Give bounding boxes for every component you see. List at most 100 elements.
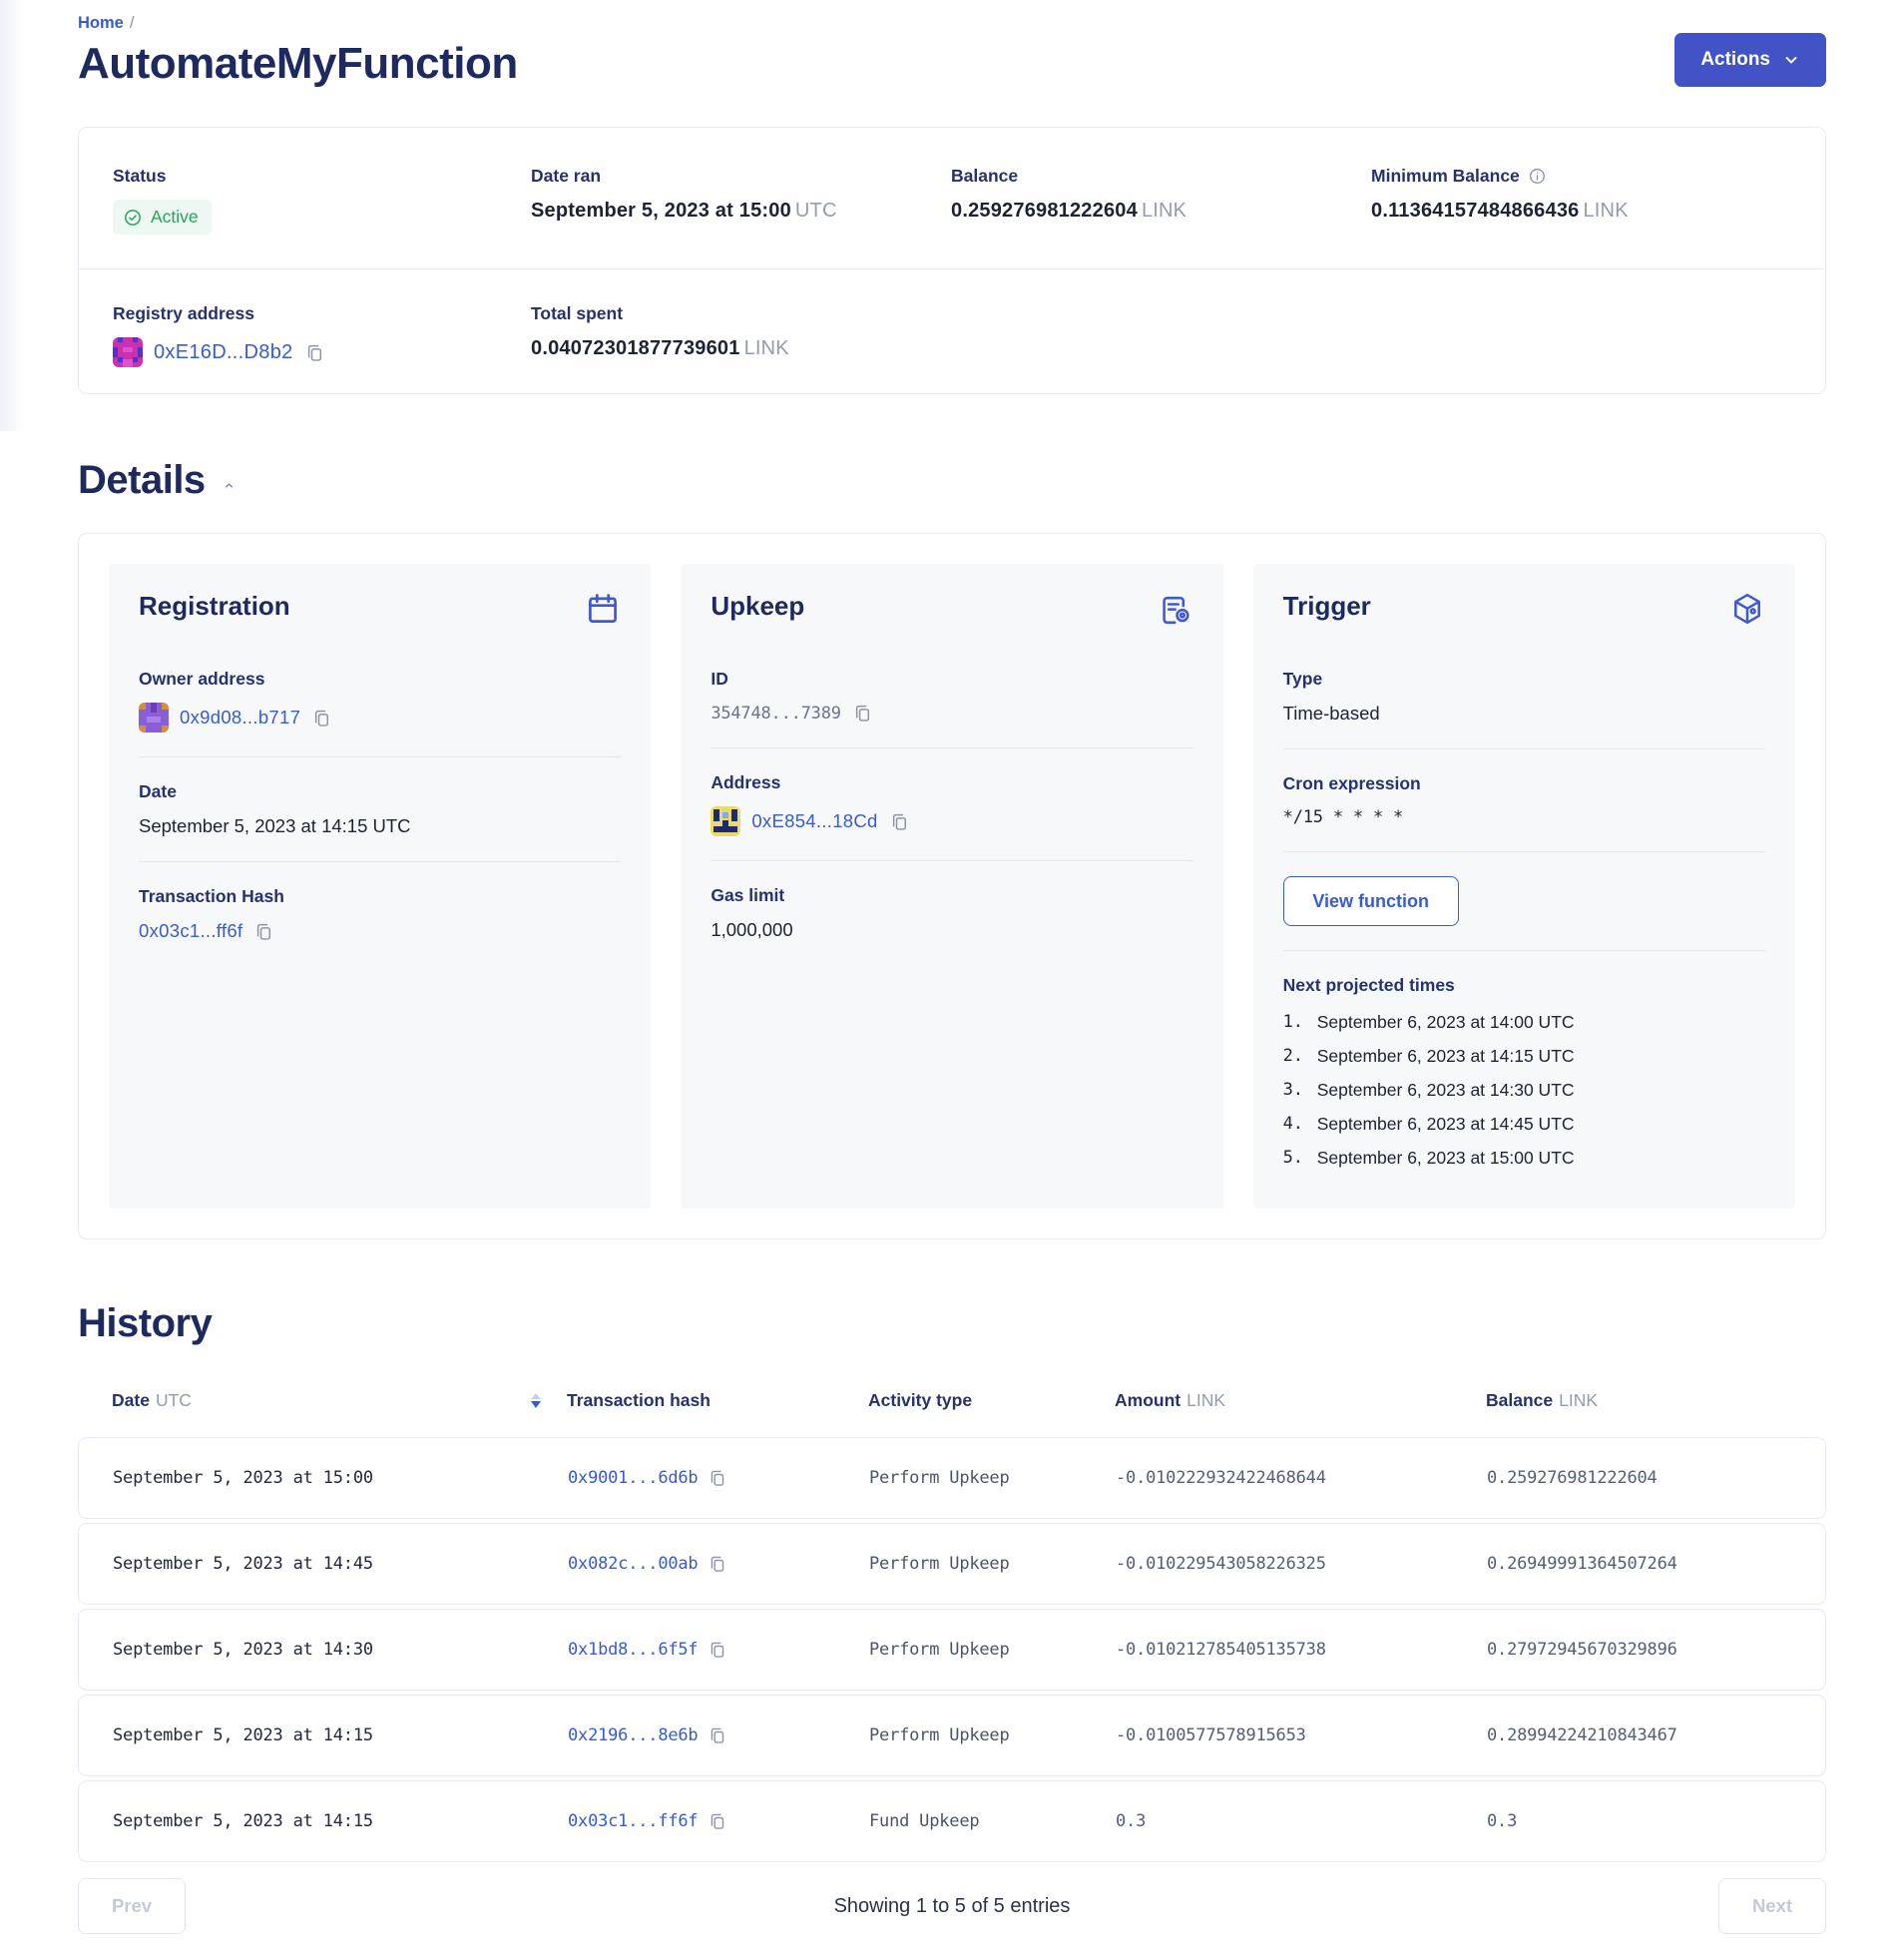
row-date: September 5, 2023 at 14:15 [113,1811,568,1831]
row-hash-link[interactable]: 0x2196...8e6b [568,1725,698,1745]
copy-hash-button[interactable] [708,1811,727,1831]
table-row: September 5, 2023 at 14:15 0x03c1...ff6f… [78,1780,1826,1862]
col-date-suffix: UTC [156,1390,192,1410]
col-balance-suffix: LINK [1559,1390,1598,1410]
copy-icon [852,703,873,724]
row-amount: -0.010229543058226325 [1116,1554,1487,1574]
copy-upkeep-id-button[interactable] [852,703,873,724]
copy-icon [708,1468,727,1488]
history-heading: History [78,1301,1826,1346]
balance-suffix: LINK [1142,200,1187,222]
col-amount-label: Amount [1115,1390,1181,1410]
check-circle-icon [123,208,143,228]
row-hash-link[interactable]: 0x082c...00ab [568,1554,698,1574]
row-hash-link[interactable]: 0x03c1...ff6f [568,1811,698,1831]
status-card: Status Active Date ran September 5, 2023… [78,127,1826,394]
row-activity-type: Fund Upkeep [869,1811,1116,1831]
balance-field: Balance 0.259276981222604LINK [951,166,1371,235]
min-balance-suffix: LINK [1583,200,1628,222]
row-amount: -0.0100577578915653 [1116,1725,1487,1745]
transaction-hash-label: Transaction Hash [139,886,621,907]
row-date: September 5, 2023 at 14:45 [113,1554,568,1574]
copy-hash-button[interactable] [708,1554,727,1574]
status-label: Status [113,166,531,187]
row-date: September 5, 2023 at 14:15 [113,1725,568,1745]
copy-upkeep-address-button[interactable] [889,811,910,832]
gas-limit-value: 1,000,000 [711,919,1192,941]
breadcrumb-separator: / [130,14,135,32]
upkeep-address-label: Address [711,772,1192,793]
status-badge: Active [113,200,212,235]
table-row: September 5, 2023 at 14:30 0x1bd8...6f5f… [78,1609,1826,1691]
total-spent-suffix: LINK [744,337,789,359]
copy-registry-address-button[interactable] [304,342,325,363]
copy-icon [708,1640,727,1660]
copy-owner-address-button[interactable] [311,708,332,729]
transaction-hash-link[interactable]: 0x03c1...ff6f [139,920,242,942]
copy-icon [304,342,325,363]
next-button[interactable]: Next [1718,1878,1826,1934]
copy-icon [311,708,332,729]
copy-hash-button[interactable] [708,1725,727,1745]
next-projected-times-label: Next projected times [1283,975,1765,996]
registry-address-label: Registry address [113,303,531,324]
row-amount: -0.010212785405135738 [1116,1640,1487,1660]
upkeep-identicon [711,806,740,836]
calendar-icon [585,591,621,627]
copy-icon [889,811,910,832]
registration-title: Registration [139,591,290,622]
trigger-type-value: Time-based [1283,703,1765,725]
info-icon[interactable] [1528,167,1547,186]
caret-up-icon [222,478,237,493]
sort-asc-icon [531,1393,541,1399]
col-balance-label: Balance [1486,1390,1553,1410]
total-spent-label: Total spent [531,303,951,324]
list-item: 4.September 6, 2023 at 14:45 UTC [1283,1114,1765,1135]
history-table-header: DateUTC Transaction hash Activity type A… [78,1390,1826,1411]
gas-limit-label: Gas limit [711,885,1192,906]
date-ran-field: Date ran September 5, 2023 at 15:00UTC [531,166,951,235]
cron-expression-label: Cron expression [1283,773,1765,794]
row-hash-link[interactable]: 0x9001...6d6b [568,1468,698,1488]
pagination-summary: Showing 1 to 5 of 5 entries [186,1895,1718,1918]
actions-button-label: Actions [1700,49,1770,71]
row-hash-link[interactable]: 0x1bd8...6f5f [568,1640,698,1660]
col-date-label: Date [112,1390,150,1410]
copy-icon [708,1811,727,1831]
copy-transaction-hash-button[interactable] [253,921,274,942]
copy-hash-button[interactable] [708,1468,727,1488]
date-ran-label: Date ran [531,166,951,187]
copy-hash-button[interactable] [708,1640,727,1660]
list-item: 3.September 6, 2023 at 14:30 UTC [1283,1080,1765,1101]
breadcrumb-home-link[interactable]: Home [78,14,124,32]
registry-address-field: Registry address 0xE16D...D8b2 [113,303,531,367]
upkeep-title: Upkeep [711,591,804,622]
details-collapse-button[interactable] [222,478,237,493]
table-row: September 5, 2023 at 14:45 0x082c...00ab… [78,1523,1826,1605]
registry-identicon [113,337,143,367]
balance-label: Balance [951,166,1371,187]
page-left-shadow [0,0,24,431]
actions-button[interactable]: Actions [1674,33,1826,87]
total-spent-value: 0.04072301877739601 [531,337,740,359]
row-activity-type: Perform Upkeep [869,1468,1116,1488]
registry-address-link[interactable]: 0xE16D...D8b2 [154,341,293,364]
table-row: September 5, 2023 at 14:15 0x2196...8e6b… [78,1695,1826,1776]
date-ran-value: September 5, 2023 at 15:00 [531,200,791,222]
view-function-button[interactable]: View function [1283,876,1459,926]
sort-date-button[interactable] [531,1393,541,1408]
row-activity-type: Perform Upkeep [869,1640,1116,1660]
owner-address-link[interactable]: 0x9d08...b717 [180,707,300,729]
upkeep-address-link[interactable]: 0xE854...18Cd [751,810,877,832]
registration-date-label: Date [139,781,621,802]
prev-button[interactable]: Prev [78,1878,186,1934]
min-balance-label: Minimum Balance [1371,166,1520,187]
list-item: 1.September 6, 2023 at 14:00 UTC [1283,1012,1765,1033]
date-ran-suffix: UTC [795,200,837,222]
row-activity-type: Perform Upkeep [869,1554,1116,1574]
owner-identicon [139,703,169,733]
copy-icon [708,1725,727,1745]
next-projected-times-list: 1.September 6, 2023 at 14:00 UTC 2.Septe… [1283,1012,1765,1169]
copy-icon [708,1554,727,1574]
row-amount: 0.3 [1116,1811,1487,1831]
